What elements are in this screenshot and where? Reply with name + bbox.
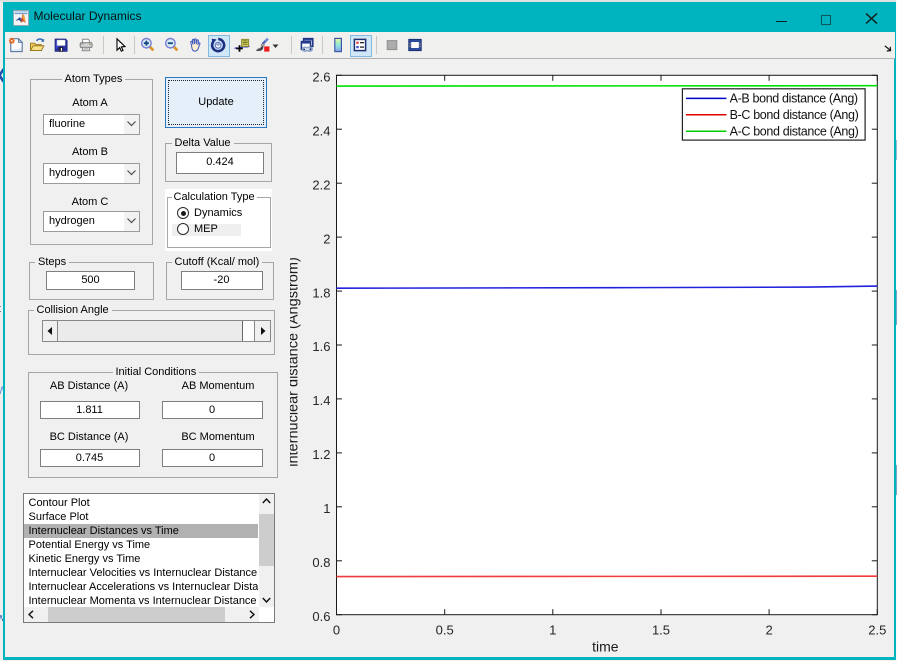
svg-text:time: time xyxy=(592,639,619,655)
svg-text:0: 0 xyxy=(333,623,340,638)
svg-text:0.6: 0.6 xyxy=(312,609,330,624)
svg-text:1: 1 xyxy=(323,501,330,516)
svg-text:2.6: 2.6 xyxy=(312,70,330,85)
svg-text:2.2: 2.2 xyxy=(312,177,330,192)
svg-text:internuclear distance (Angstro: internuclear distance (Angstrom) xyxy=(290,257,302,467)
svg-text:2.5: 2.5 xyxy=(868,623,886,638)
svg-text:A-B bond distance (Ang): A-B bond distance (Ang) xyxy=(730,92,858,106)
svg-text:1.8: 1.8 xyxy=(312,285,330,300)
svg-text:0.5: 0.5 xyxy=(436,623,454,638)
svg-text:1.5: 1.5 xyxy=(652,623,670,638)
svg-text:2: 2 xyxy=(765,623,772,638)
svg-text:A-C bond distance (Ang): A-C bond distance (Ang) xyxy=(730,125,859,139)
svg-text:2.4: 2.4 xyxy=(312,123,330,138)
svg-text:1.4: 1.4 xyxy=(312,393,330,408)
svg-text:1.2: 1.2 xyxy=(312,447,330,462)
svg-text:B-C bond distance (Ang): B-C bond distance (Ang) xyxy=(730,108,859,122)
svg-text:0.8: 0.8 xyxy=(312,555,330,570)
svg-text:2: 2 xyxy=(323,231,330,246)
svg-text:1: 1 xyxy=(549,623,556,638)
svg-text:1.6: 1.6 xyxy=(312,339,330,354)
